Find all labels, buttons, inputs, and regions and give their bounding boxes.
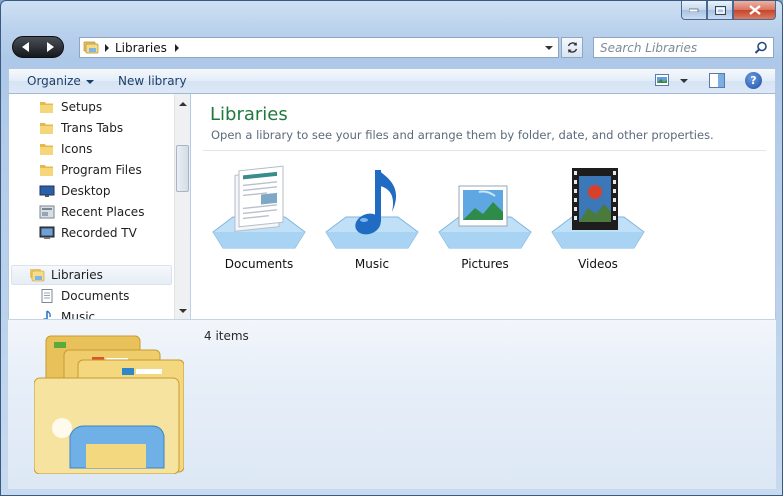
- library-label: Pictures: [461, 257, 509, 271]
- scroll-up-icon[interactable]: [179, 102, 187, 106]
- nav-item-label: Desktop: [61, 184, 111, 198]
- folder-icon: [40, 165, 53, 176]
- maximize-icon: [714, 5, 726, 15]
- nav-item-recent-places[interactable]: Recent Places: [39, 202, 169, 222]
- library-pictures[interactable]: Pictures: [435, 162, 535, 274]
- search-box[interactable]: Search Libraries: [593, 37, 774, 58]
- nav-item-label: Program Files: [61, 163, 142, 177]
- divider: [203, 150, 766, 151]
- nav-item-libraries[interactable]: Libraries: [11, 265, 172, 285]
- breadcrumb-libraries[interactable]: Libraries: [115, 41, 167, 55]
- recent-places-icon: [39, 205, 55, 219]
- refresh-button[interactable]: [561, 37, 583, 58]
- library-label: Videos: [578, 257, 618, 271]
- command-bar: Organize New library ?: [8, 68, 776, 94]
- tv-icon: [39, 226, 55, 239]
- minimize-button[interactable]: [681, 1, 707, 20]
- view-options-dropdown-icon[interactable]: [680, 79, 688, 83]
- nav-item-label: Setups: [61, 100, 103, 114]
- music-icon: [42, 310, 51, 319]
- search-icon[interactable]: [754, 41, 768, 55]
- close-button[interactable]: [733, 1, 776, 20]
- nav-item-trans-tabs[interactable]: Trans Tabs: [39, 118, 169, 138]
- search-input[interactable]: Search Libraries: [594, 41, 754, 55]
- new-library-button[interactable]: New library: [118, 74, 187, 88]
- back-forward-buttons: [12, 36, 64, 58]
- videos-library-icon: [551, 168, 645, 249]
- pictures-library-icon: [438, 185, 532, 249]
- nav-item-program-files[interactable]: Program Files: [39, 160, 169, 180]
- refresh-icon: [567, 42, 577, 53]
- organize-button[interactable]: Organize: [27, 74, 94, 88]
- chevron-down-icon: [85, 79, 94, 84]
- library-documents[interactable]: Documents: [209, 162, 309, 274]
- nav-item-icons[interactable]: Icons: [39, 139, 169, 159]
- music-library-icon: [325, 170, 419, 249]
- library-videos[interactable]: Videos: [548, 162, 648, 274]
- nav-item-label: Recorded TV: [61, 226, 137, 240]
- help-icon[interactable]: ?: [745, 72, 762, 89]
- navigation-bar: Libraries Search Libraries: [1, 32, 782, 62]
- folder-icon: [40, 123, 53, 134]
- nav-item-desktop[interactable]: Desktop: [39, 181, 169, 201]
- scroll-down-icon[interactable]: [179, 309, 187, 313]
- documents-library-icon: [212, 165, 306, 249]
- nav-item-music[interactable]: Music: [39, 307, 169, 319]
- nav-item-recorded-tv[interactable]: Recorded TV: [39, 223, 169, 243]
- page-subtitle: Open a library to see your files and arr…: [211, 128, 714, 142]
- nav-item-label: Libraries: [51, 268, 103, 282]
- nav-item-label: Trans Tabs: [61, 121, 124, 135]
- maximize-button[interactable]: [707, 1, 733, 20]
- nav-pane-scrollbar[interactable]: [174, 94, 190, 319]
- back-button[interactable]: [22, 42, 29, 52]
- libraries-icon: [30, 269, 45, 282]
- library-music[interactable]: Music: [322, 162, 422, 274]
- nav-item-label: Music: [61, 310, 96, 319]
- nav-item-label: Documents: [61, 289, 130, 303]
- desktop-icon: [39, 185, 55, 197]
- content-pane: Libraries Open a library to see your fil…: [191, 94, 776, 319]
- scroll-thumb[interactable]: [176, 145, 189, 192]
- details-pane: 4 items: [8, 319, 776, 489]
- address-dropdown-icon[interactable]: [545, 45, 553, 50]
- close-icon: [748, 5, 761, 15]
- library-label: Documents: [224, 257, 294, 271]
- documents-icon: [41, 289, 53, 303]
- library-label: Music: [354, 257, 390, 271]
- change-view-icon[interactable]: [655, 74, 669, 86]
- nav-item-label: Icons: [61, 142, 93, 156]
- nav-item-setups[interactable]: Setups: [39, 97, 169, 117]
- page-title: Libraries: [210, 104, 288, 125]
- organize-label: Organize: [27, 74, 81, 88]
- nav-item-documents[interactable]: Documents: [39, 286, 169, 306]
- item-count: 4 items: [204, 329, 249, 343]
- breadcrumb-chevron-icon[interactable]: [174, 43, 179, 52]
- minimize-icon: [689, 8, 699, 12]
- breadcrumb-separator-icon[interactable]: [105, 43, 109, 52]
- navigation-pane: Setups Trans Tabs Icons Program Files De…: [8, 94, 190, 319]
- folder-icon: [40, 144, 53, 155]
- nav-item-label: Recent Places: [61, 205, 145, 219]
- address-bar[interactable]: Libraries: [79, 37, 559, 58]
- libraries-large-icon: [34, 335, 184, 474]
- folder-icon: [40, 102, 53, 113]
- preview-pane-icon[interactable]: [709, 73, 725, 88]
- explorer-window: Libraries Search Libraries Organize New …: [0, 0, 783, 496]
- caption-buttons: [681, 1, 776, 20]
- libraries-icon: [83, 41, 99, 54]
- forward-button[interactable]: [47, 42, 54, 52]
